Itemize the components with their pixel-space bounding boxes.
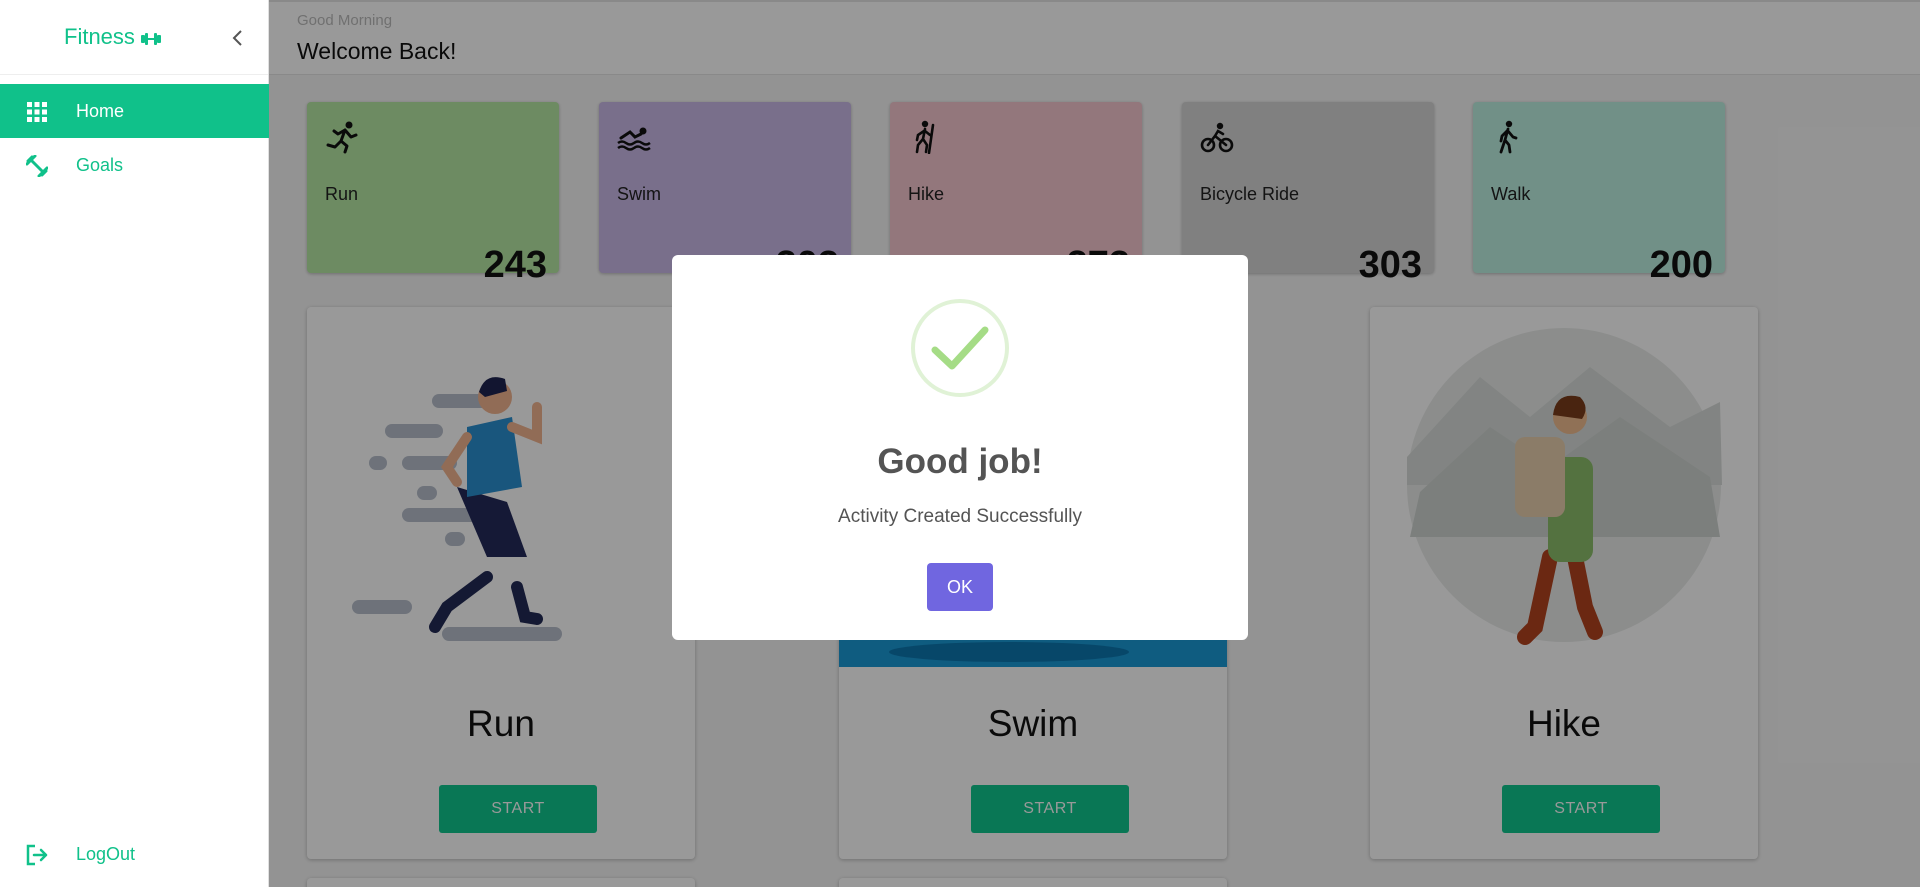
dialog-title: Good job! xyxy=(877,442,1043,481)
sidebar-item-label: Home xyxy=(76,100,125,121)
chevron-left-icon[interactable] xyxy=(228,26,248,50)
brand-bar: Fitness xyxy=(0,0,268,75)
logout-button[interactable]: LogOut xyxy=(0,827,269,881)
fitness-icon xyxy=(26,155,48,177)
ok-button[interactable]: OK xyxy=(927,563,993,611)
sidebar-foreground: Fitness Home Goals LogOut xyxy=(0,0,269,887)
sidebar-item-home[interactable]: Home xyxy=(0,84,269,138)
dialog-message: Activity Created Successfully xyxy=(838,506,1082,527)
sidebar-item-label: Goals xyxy=(76,154,124,175)
sidebar-item-goals[interactable]: Goals xyxy=(0,138,269,192)
grid-icon xyxy=(27,102,47,122)
brand-name: Fitness xyxy=(64,24,135,49)
success-check-icon xyxy=(911,299,1009,397)
logout-icon xyxy=(26,844,48,866)
success-dialog: Good job! Activity Created Successfully … xyxy=(672,255,1248,640)
logout-label: LogOut xyxy=(76,843,136,864)
dumbbell-icon xyxy=(141,33,161,45)
